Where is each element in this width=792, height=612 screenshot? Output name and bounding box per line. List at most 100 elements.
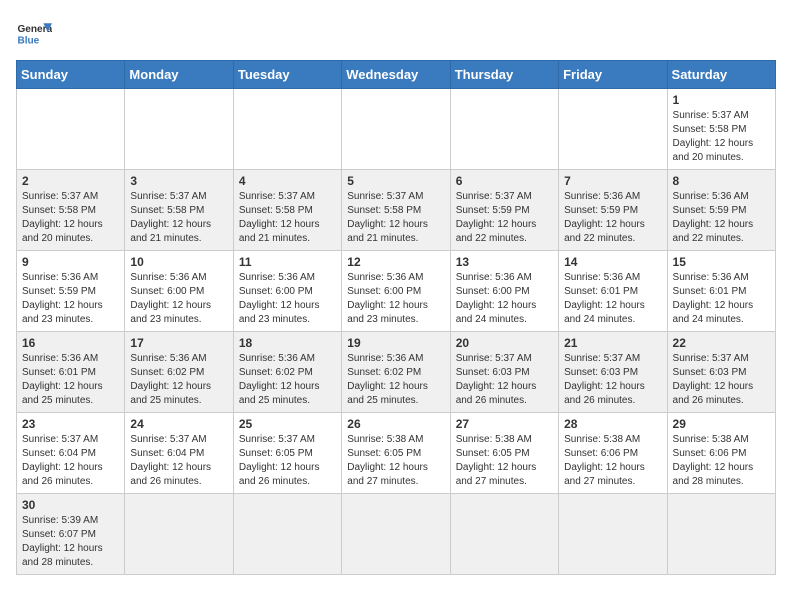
cell-info: Sunrise: 5:36 AM Sunset: 6:00 PM Dayligh… (239, 271, 336, 327)
cell-info: Sunrise: 5:36 AM Sunset: 6:00 PM Dayligh… (130, 271, 227, 327)
weekday-header-wednesday: Wednesday (342, 61, 450, 89)
day-number: 3 (130, 174, 227, 188)
cell-info: Sunrise: 5:37 AM Sunset: 6:03 PM Dayligh… (564, 352, 661, 408)
calendar-cell: 2 Sunrise: 5:37 AM Sunset: 5:58 PM Daylig… (17, 170, 125, 251)
cell-info: Sunrise: 5:36 AM Sunset: 6:01 PM Dayligh… (22, 352, 119, 408)
calendar-cell: 24Sunrise: 5:37 AM Sunset: 6:04 PM Dayli… (125, 413, 233, 494)
calendar-cell: 30 Sunrise: 5:39 AM Sunset: 6:07 PM Dayli… (17, 494, 125, 575)
calendar-cell: 28 Sunrise: 5:38 AM Sunset: 6:06 PM Dayli… (559, 413, 667, 494)
day-number: 10 (130, 255, 227, 269)
day-number: 21 (564, 336, 661, 350)
cell-info: Sunrise: 5:37 AM Sunset: 5:59 PM Dayligh… (456, 190, 553, 246)
calendar-week-row: 30 Sunrise: 5:39 AM Sunset: 6:07 PM Dayli… (17, 494, 776, 575)
calendar-cell (125, 89, 233, 170)
cell-info: Sunrise: 5:36 AM Sunset: 6:02 PM Dayligh… (239, 352, 336, 408)
day-number: 24 (130, 417, 227, 431)
day-number: 16 (22, 336, 119, 350)
cell-info: Sunrise: 5:38 AM Sunset: 6:06 PM Dayligh… (564, 433, 661, 489)
calendar-cell: 9 Sunrise: 5:36 AM Sunset: 5:59 PM Daylig… (17, 251, 125, 332)
day-number: 2 (22, 174, 119, 188)
calendar-cell (667, 494, 775, 575)
calendar-cell: 4 Sunrise: 5:37 AM Sunset: 5:58 PM Daylig… (233, 170, 341, 251)
calendar-cell: 10 Sunrise: 5:36 AM Sunset: 6:00 PM Dayli… (125, 251, 233, 332)
calendar-cell (342, 494, 450, 575)
calendar-cell: 23 Sunrise: 5:37 AM Sunset: 6:04 PM Dayli… (17, 413, 125, 494)
day-number: 20 (456, 336, 553, 350)
calendar-cell (17, 89, 125, 170)
calendar-cell: 14 Sunrise: 5:36 AM Sunset: 6:01 PM Dayli… (559, 251, 667, 332)
calendar-cell (233, 89, 341, 170)
page-header: General Blue (16, 16, 776, 52)
calendar-cell (125, 494, 233, 575)
cell-info: Sunrise: 5:36 AM Sunset: 5:59 PM Dayligh… (564, 190, 661, 246)
calendar-cell: 15 Sunrise: 5:36 AM Sunset: 6:01 PM Dayli… (667, 251, 775, 332)
cell-info: Sunrise: 5:36 AM Sunset: 5:59 PM Dayligh… (673, 190, 770, 246)
day-number: 14 (564, 255, 661, 269)
svg-text:Blue: Blue (17, 35, 39, 46)
weekday-header-row: SundayMondayTuesdayWednesdayThursdayFrid… (17, 61, 776, 89)
day-number: 26 (347, 417, 444, 431)
day-number: 8 (673, 174, 770, 188)
calendar-cell (559, 494, 667, 575)
cell-info: Sunrise: 5:36 AM Sunset: 5:59 PM Dayligh… (22, 271, 119, 327)
calendar-cell: 5Sunrise: 5:37 AM Sunset: 5:58 PM Daylig… (342, 170, 450, 251)
day-number: 27 (456, 417, 553, 431)
weekday-header-saturday: Saturday (667, 61, 775, 89)
cell-info: Sunrise: 5:36 AM Sunset: 6:02 PM Dayligh… (130, 352, 227, 408)
day-number: 17 (130, 336, 227, 350)
calendar-cell: 18 Sunrise: 5:36 AM Sunset: 6:02 PM Dayli… (233, 332, 341, 413)
day-number: 12 (347, 255, 444, 269)
day-number: 23 (22, 417, 119, 431)
day-number: 22 (673, 336, 770, 350)
day-number: 30 (22, 498, 119, 512)
cell-info: Sunrise: 5:36 AM Sunset: 6:01 PM Dayligh… (673, 271, 770, 327)
calendar-cell: 16 Sunrise: 5:36 AM Sunset: 6:01 PM Dayli… (17, 332, 125, 413)
calendar-cell: 6 Sunrise: 5:37 AM Sunset: 5:59 PM Daylig… (450, 170, 558, 251)
calendar-cell (450, 494, 558, 575)
cell-info: Sunrise: 5:38 AM Sunset: 6:06 PM Dayligh… (673, 433, 770, 489)
calendar-cell: 13Sunrise: 5:36 AM Sunset: 6:00 PM Dayli… (450, 251, 558, 332)
calendar-cell: 1Sunrise: 5:37 AM Sunset: 5:58 PM Daylig… (667, 89, 775, 170)
calendar-cell: 21 Sunrise: 5:37 AM Sunset: 6:03 PM Dayli… (559, 332, 667, 413)
cell-info: Sunrise: 5:37 AM Sunset: 5:58 PM Dayligh… (22, 190, 119, 246)
day-number: 9 (22, 255, 119, 269)
day-number: 11 (239, 255, 336, 269)
logo: General Blue (16, 16, 52, 52)
cell-info: Sunrise: 5:36 AM Sunset: 6:01 PM Dayligh… (564, 271, 661, 327)
cell-info: Sunrise: 5:39 AM Sunset: 6:07 PM Dayligh… (22, 514, 119, 570)
day-number: 6 (456, 174, 553, 188)
calendar-week-row: 9 Sunrise: 5:36 AM Sunset: 5:59 PM Daylig… (17, 251, 776, 332)
weekday-header-thursday: Thursday (450, 61, 558, 89)
calendar-cell: 22Sunrise: 5:37 AM Sunset: 6:03 PM Dayli… (667, 332, 775, 413)
logo-icon: General Blue (16, 16, 52, 52)
day-number: 15 (673, 255, 770, 269)
weekday-header-friday: Friday (559, 61, 667, 89)
cell-info: Sunrise: 5:36 AM Sunset: 6:00 PM Dayligh… (456, 271, 553, 327)
calendar-cell: 19Sunrise: 5:36 AM Sunset: 6:02 PM Dayli… (342, 332, 450, 413)
day-number: 18 (239, 336, 336, 350)
cell-info: Sunrise: 5:36 AM Sunset: 6:02 PM Dayligh… (347, 352, 444, 408)
calendar-cell: 25 Sunrise: 5:37 AM Sunset: 6:05 PM Dayli… (233, 413, 341, 494)
day-number: 7 (564, 174, 661, 188)
calendar-cell: 20 Sunrise: 5:37 AM Sunset: 6:03 PM Dayli… (450, 332, 558, 413)
day-number: 4 (239, 174, 336, 188)
day-number: 29 (673, 417, 770, 431)
cell-info: Sunrise: 5:37 AM Sunset: 6:04 PM Dayligh… (22, 433, 119, 489)
calendar-cell: 12Sunrise: 5:36 AM Sunset: 6:00 PM Dayli… (342, 251, 450, 332)
day-number: 28 (564, 417, 661, 431)
day-number: 25 (239, 417, 336, 431)
calendar-cell (559, 89, 667, 170)
calendar-cell (342, 89, 450, 170)
calendar-cell (233, 494, 341, 575)
cell-info: Sunrise: 5:37 AM Sunset: 6:05 PM Dayligh… (239, 433, 336, 489)
cell-info: Sunrise: 5:37 AM Sunset: 5:58 PM Dayligh… (673, 109, 770, 165)
day-number: 5 (347, 174, 444, 188)
calendar-cell: 29 Sunrise: 5:38 AM Sunset: 6:06 PM Dayli… (667, 413, 775, 494)
cell-info: Sunrise: 5:37 AM Sunset: 5:58 PM Dayligh… (239, 190, 336, 246)
weekday-header-monday: Monday (125, 61, 233, 89)
calendar-cell: 11 Sunrise: 5:36 AM Sunset: 6:00 PM Dayli… (233, 251, 341, 332)
weekday-header-tuesday: Tuesday (233, 61, 341, 89)
cell-info: Sunrise: 5:37 AM Sunset: 6:03 PM Dayligh… (456, 352, 553, 408)
calendar-table: SundayMondayTuesdayWednesdayThursdayFrid… (16, 60, 776, 575)
calendar-cell: 17 Sunrise: 5:36 AM Sunset: 6:02 PM Dayli… (125, 332, 233, 413)
